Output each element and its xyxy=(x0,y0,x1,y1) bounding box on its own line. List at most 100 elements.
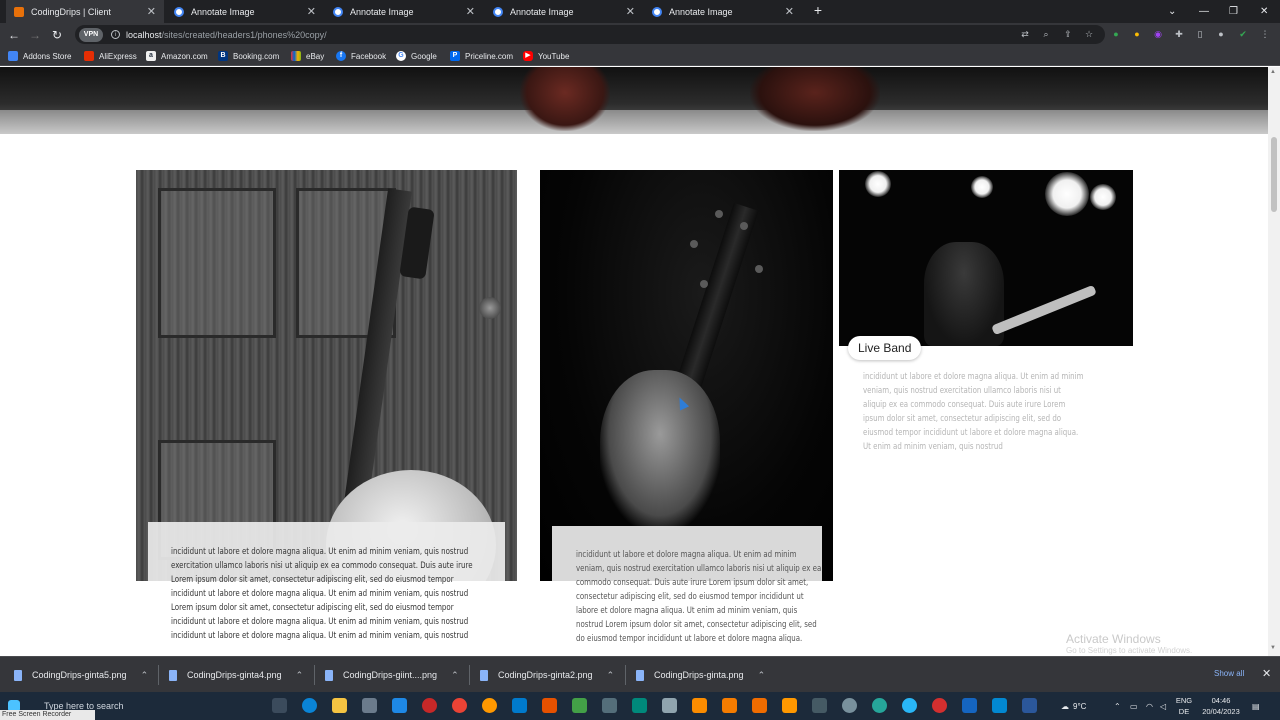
annotate-favicon-icon xyxy=(333,6,343,17)
clock-date: 20/04/2023 xyxy=(1202,707,1240,716)
media-app-icon[interactable] xyxy=(422,698,437,713)
minimize-icon[interactable]: — xyxy=(1199,0,1209,23)
app-blue-icon[interactable] xyxy=(902,698,917,713)
bookmark-addons-store[interactable]: Addons Store xyxy=(8,49,71,63)
close-downloads-icon[interactable]: ✕ xyxy=(1262,667,1271,680)
download-filename: CodingDrips-ginta2.png xyxy=(498,670,593,680)
extension-purple-icon[interactable]: ◉ xyxy=(1152,28,1164,40)
download-item[interactable]: CodingDrips-giint....png ⌃ xyxy=(325,667,459,683)
close-tab-icon[interactable]: ✕ xyxy=(626,5,635,18)
chrome-icon[interactable] xyxy=(452,698,467,713)
bookmark-google[interactable]: G Google xyxy=(396,49,437,63)
tray-chevron-icon[interactable]: ⌃ xyxy=(1114,692,1121,720)
settings-gear-icon[interactable] xyxy=(842,698,857,713)
close-tab-icon[interactable]: ✕ xyxy=(466,5,475,18)
wifi-icon[interactable]: ◠ xyxy=(1146,692,1153,720)
scroll-up-icon[interactable]: ▲ xyxy=(1270,69,1276,75)
extension-green-icon[interactable]: ● xyxy=(1110,28,1122,40)
download-item[interactable]: CodingDrips-ginta4.png ⌃ xyxy=(169,667,303,683)
word-icon[interactable] xyxy=(1022,698,1037,713)
back-arrow-icon[interactable]: ← xyxy=(5,26,23,44)
weather-widget[interactable]: ☁ 9°C xyxy=(1061,692,1086,720)
tab-annotate-image-4[interactable]: Annotate Image ✕ xyxy=(644,0,802,23)
app-sky-icon[interactable] xyxy=(992,698,1007,713)
bookmark-facebook[interactable]: f Facebook xyxy=(336,49,386,63)
network-icon[interactable]: ▭ xyxy=(1130,692,1138,720)
close-tab-icon[interactable]: ✕ xyxy=(147,5,156,18)
tab-title: Annotate Image xyxy=(669,6,733,17)
scrollbar-thumb[interactable] xyxy=(1271,137,1277,212)
scroll-down-icon[interactable]: ▼ xyxy=(1270,645,1276,651)
app-circle-icon[interactable] xyxy=(872,698,887,713)
notifications-icon[interactable]: ▤ xyxy=(1252,692,1260,720)
forward-arrow-icon[interactable]: → xyxy=(26,26,44,44)
share-icon[interactable]: ⇪ xyxy=(1062,28,1074,40)
app-orange3-icon[interactable] xyxy=(752,698,767,713)
app-teal-icon[interactable] xyxy=(632,698,647,713)
chrome-canary-icon[interactable] xyxy=(482,698,497,713)
close-window-icon[interactable]: ✕ xyxy=(1260,0,1268,23)
zoom-icon[interactable]: ⌕ xyxy=(1040,28,1052,40)
site-info-icon[interactable]: i xyxy=(111,30,120,39)
chevron-up-icon[interactable]: ⌃ xyxy=(141,670,149,681)
address-bar[interactable]: VPN i localhost/sites/created/headers1/p… xyxy=(75,25,1105,44)
download-item[interactable]: CodingDrips-ginta2.png ⌃ xyxy=(480,667,614,683)
chevron-up-icon[interactable]: ⌃ xyxy=(758,670,766,681)
app-green-icon[interactable] xyxy=(572,698,587,713)
translate-icon[interactable]: ⇄ xyxy=(1019,28,1031,40)
menu-kebab-icon[interactable]: ⋮ xyxy=(1259,28,1271,40)
bookmark-amazon[interactable]: a Amazon.com xyxy=(146,49,208,63)
bookmark-aliexpress[interactable]: AliExpress xyxy=(84,49,137,63)
weather-cloud-icon: ☁ xyxy=(1061,701,1069,711)
app-amber-icon[interactable] xyxy=(692,698,707,713)
tab-search-chevron-icon[interactable]: ⌄ xyxy=(1168,0,1176,23)
tab-annotate-image-1[interactable]: Annotate Image ✕ xyxy=(166,0,324,23)
vpn-badge[interactable]: VPN xyxy=(79,27,103,42)
app-dark-icon[interactable] xyxy=(812,698,827,713)
app-light-icon[interactable] xyxy=(662,698,677,713)
new-tab-button[interactable]: + xyxy=(810,2,826,18)
reload-icon[interactable]: ↻ xyxy=(48,26,66,44)
tab-title: Annotate Image xyxy=(350,6,414,17)
download-filename: CodingDrips-giint....png xyxy=(343,670,438,680)
tab-annotate-image-3[interactable]: Annotate Image ✕ xyxy=(485,0,643,23)
task-view-icon[interactable] xyxy=(272,698,287,713)
app-navy-icon[interactable] xyxy=(962,698,977,713)
tab-codingdrips[interactable]: CodingDrips | Client ✕ xyxy=(6,0,164,23)
file-explorer-icon[interactable] xyxy=(332,698,347,713)
bookmark-youtube[interactable]: ▶ YouTube xyxy=(523,49,569,63)
vscode-icon[interactable] xyxy=(512,698,527,713)
extensions-puzzle-icon[interactable]: ✚ xyxy=(1173,28,1185,40)
download-item[interactable]: CodingDrips-ginta.png ⌃ xyxy=(636,667,765,683)
download-item[interactable]: CodingDrips-ginta5.png ⌃ xyxy=(14,667,148,683)
bookmark-priceline[interactable]: P Priceline.com xyxy=(450,49,513,63)
close-tab-icon[interactable]: ✕ xyxy=(785,5,794,18)
bookmark-ebay[interactable]: eBay xyxy=(291,49,324,63)
chevron-up-icon[interactable]: ⌃ xyxy=(296,670,304,681)
update-icon[interactable]: ✔ xyxy=(1237,28,1249,40)
url-text[interactable]: localhost/sites/created/headers1/phones%… xyxy=(126,30,327,40)
chevron-up-icon[interactable]: ⌃ xyxy=(451,670,459,681)
page-scrollbar[interactable]: ▲ ▼ xyxy=(1268,67,1280,656)
profile-icon[interactable]: ● xyxy=(1215,28,1227,40)
close-tab-icon[interactable]: ✕ xyxy=(307,5,316,18)
app-orange2-icon[interactable] xyxy=(722,698,737,713)
language-indicator[interactable]: ENG DE xyxy=(1172,695,1196,717)
restore-icon[interactable]: ❐ xyxy=(1229,0,1238,23)
bookmark-booking[interactable]: B Booking.com xyxy=(218,49,279,63)
tab-annotate-image-2[interactable]: Annotate Image ✕ xyxy=(325,0,483,23)
volume-icon[interactable]: ◁ xyxy=(1160,692,1166,720)
chevron-up-icon[interactable]: ⌃ xyxy=(607,670,615,681)
app-grey-icon[interactable] xyxy=(602,698,617,713)
side-panel-icon[interactable]: ▯ xyxy=(1194,28,1206,40)
vlc-icon[interactable] xyxy=(782,698,797,713)
extension-yellow-icon[interactable]: ● xyxy=(1131,28,1143,40)
app-orange-icon[interactable] xyxy=(542,698,557,713)
store-icon[interactable] xyxy=(362,698,377,713)
bookmark-star-icon[interactable]: ☆ xyxy=(1083,28,1095,40)
edge-browser-icon[interactable] xyxy=(302,698,317,713)
clock[interactable]: 04:46 20/04/2023 xyxy=(1198,695,1244,717)
show-all-downloads-link[interactable]: Show all xyxy=(1214,669,1244,678)
recorder-icon[interactable] xyxy=(932,698,947,713)
mail-icon[interactable] xyxy=(392,698,407,713)
